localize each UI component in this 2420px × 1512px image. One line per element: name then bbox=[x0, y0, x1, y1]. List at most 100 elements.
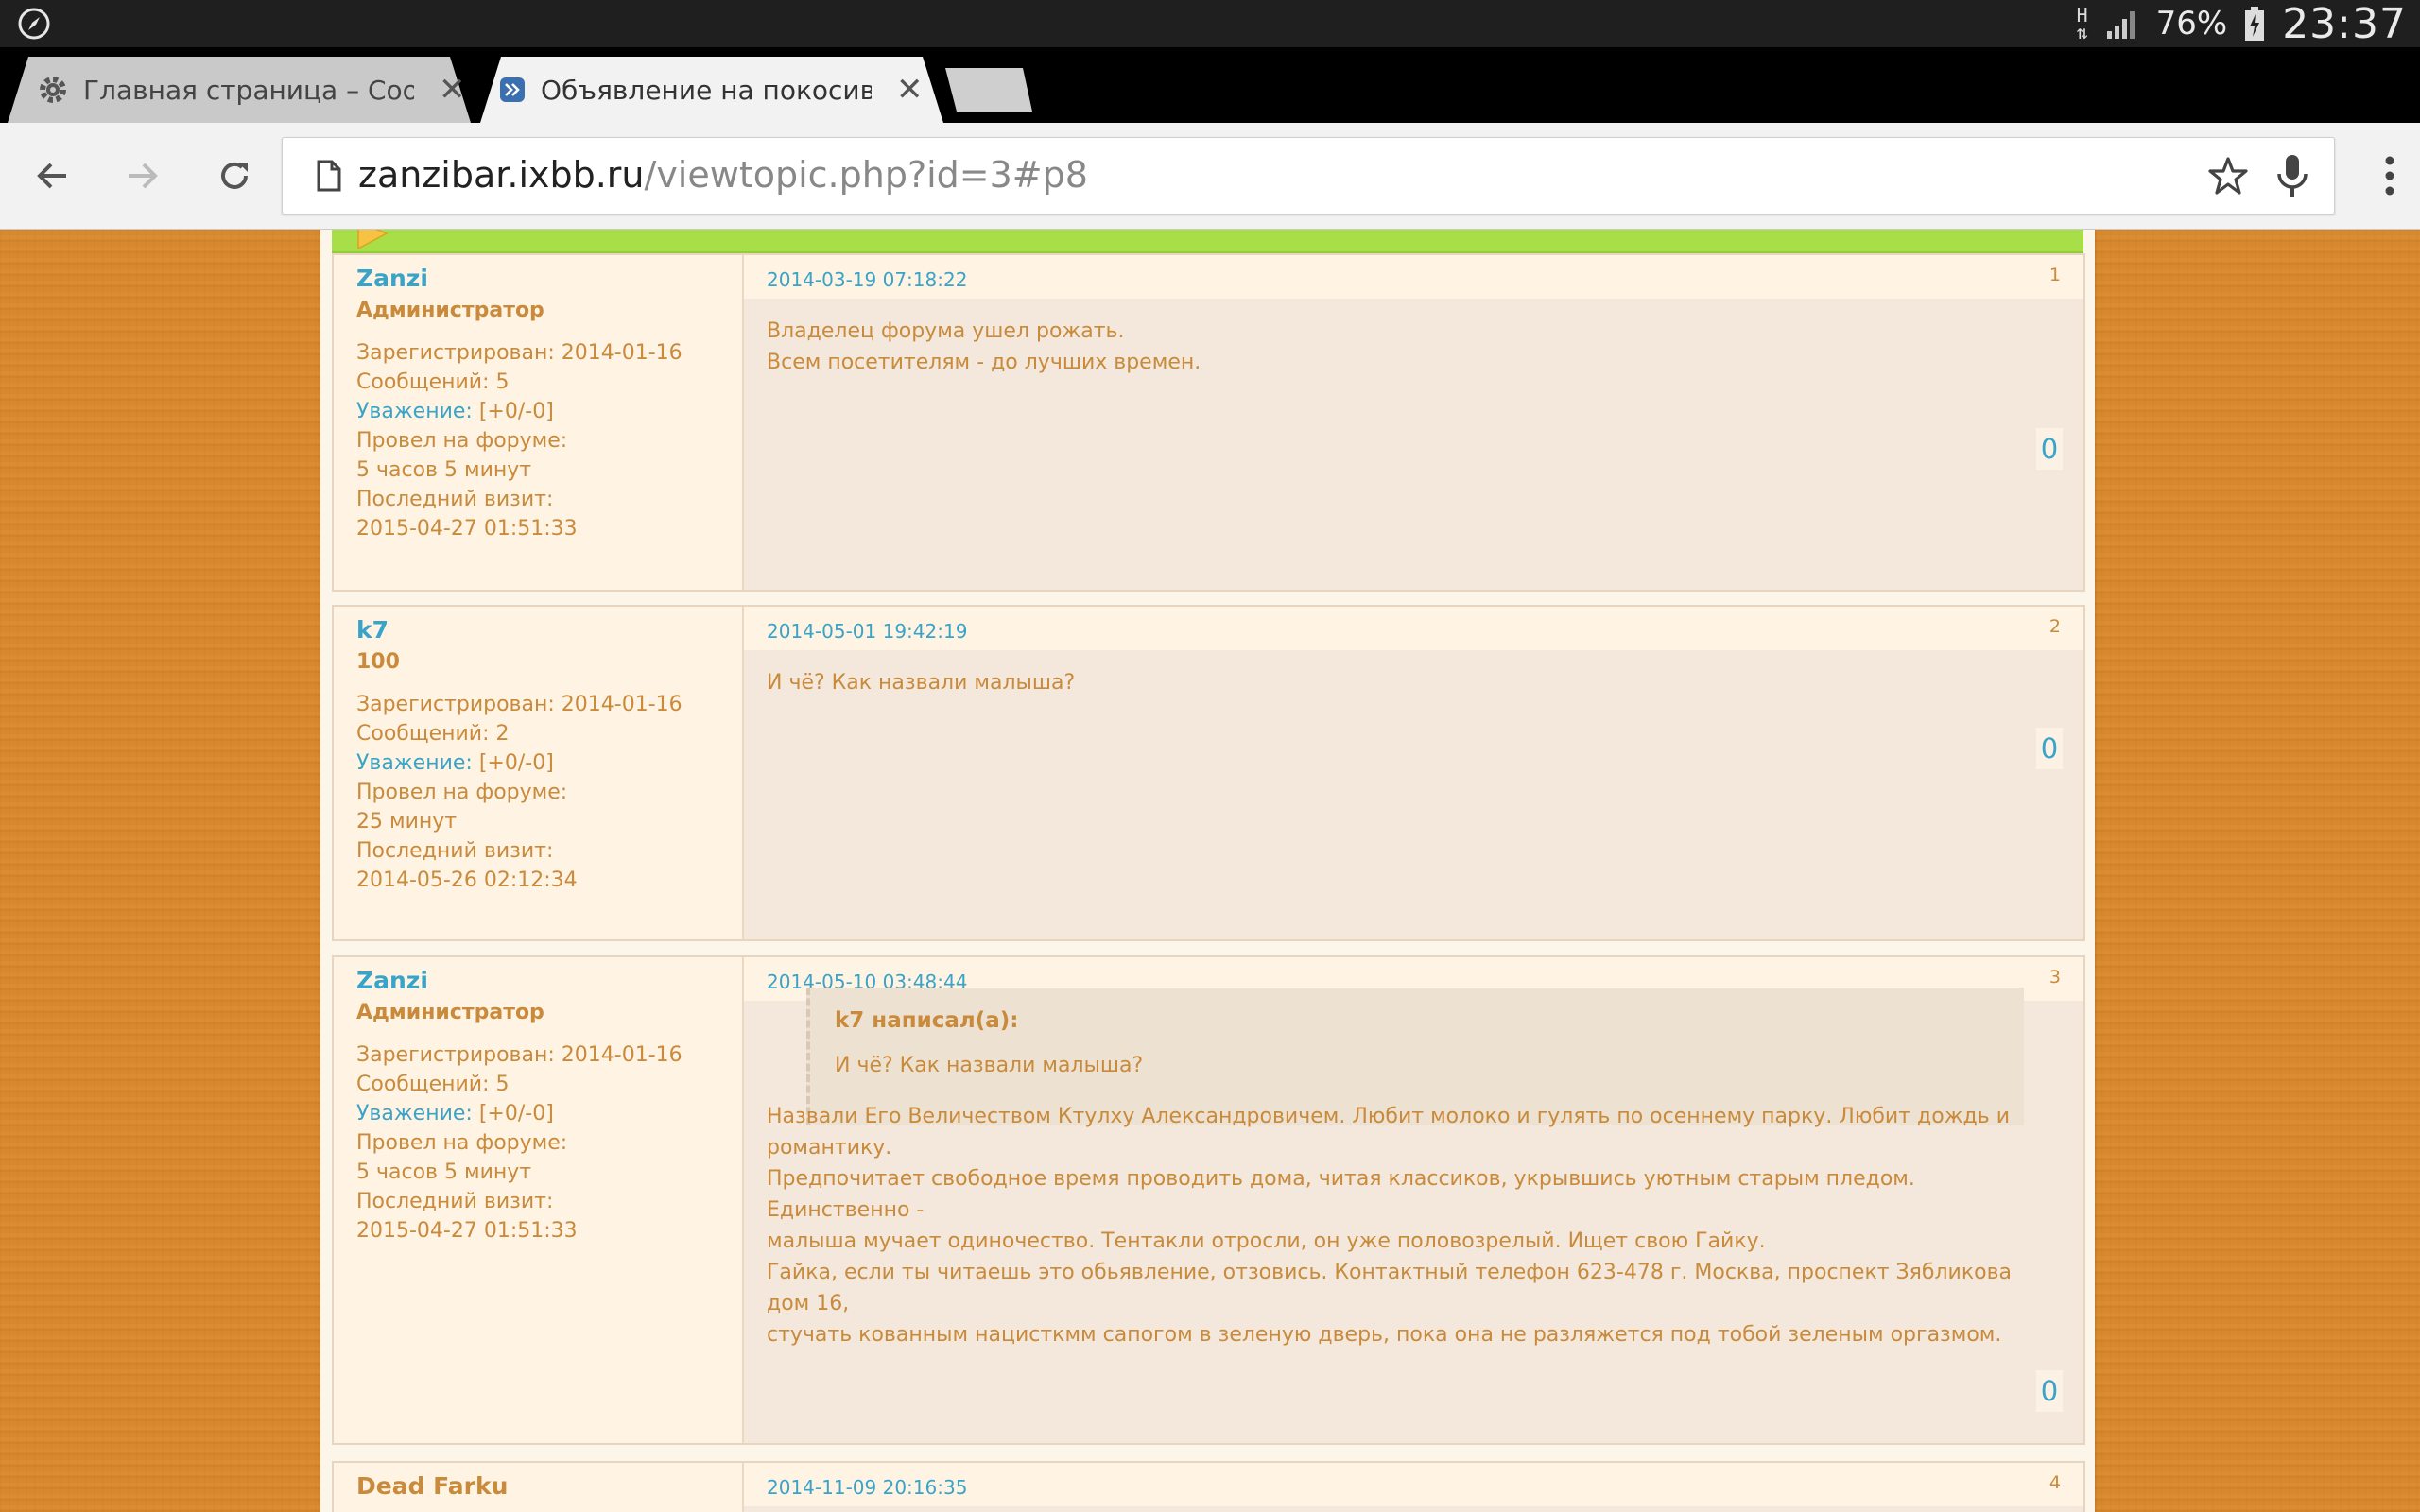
post-4: Dead Farku 2014-11-09 20:16:35 4 bbox=[332, 1461, 2085, 1512]
post-author-panel: Zanzi Администратор Зарегистрирован: 201… bbox=[334, 957, 744, 1443]
topic-header-bar bbox=[332, 230, 2083, 253]
respect-link[interactable]: Уважение: bbox=[356, 400, 473, 423]
last-visit-value: 2014-05-26 02:12:34 bbox=[356, 868, 578, 892]
respect: Уважение: [+0/-0] bbox=[356, 397, 683, 426]
online-time-value: 5 часов 5 минут bbox=[356, 458, 532, 482]
online-time-value: 5 часов 5 минут bbox=[356, 1160, 532, 1184]
post-author-panel: k7 100 Зарегистрирован: 2014-01-16 Сообщ… bbox=[334, 607, 744, 939]
post-text: Назвали Его Величеством Ктулху Александр… bbox=[767, 1101, 2061, 1350]
registered-date: Зарегистрирован: 2014-01-16 bbox=[356, 1043, 683, 1067]
close-tab-icon[interactable]: ✕ bbox=[439, 71, 466, 109]
post-text-line: Всем посетителям - до лучших времен. bbox=[767, 351, 1201, 374]
message-count: Сообщений: 2 bbox=[356, 722, 510, 746]
post-text-line: Назвали Его Величеством Ктулху Александр… bbox=[767, 1105, 2010, 1160]
forward-button[interactable] bbox=[115, 149, 168, 202]
post-date-link[interactable]: 2014-05-01 19:42:19 bbox=[767, 620, 967, 643]
url-path: /viewtopic.php?id=3#p8 bbox=[644, 154, 1088, 196]
post-body: 2014-05-01 19:42:19 2 И чё? Как назвали … bbox=[744, 607, 2083, 939]
address-bar[interactable]: zanzibar.ixbb.ru/viewtopic.php?id=3#p8 bbox=[282, 137, 2335, 215]
message-count: Сообщений: 5 bbox=[356, 1073, 510, 1096]
registered-date: Зарегистрирован: 2014-01-16 bbox=[356, 341, 683, 365]
browser-toolbar: zanzibar.ixbb.ru/viewtopic.php?id=3#p8 bbox=[0, 123, 2420, 230]
microphone-icon[interactable] bbox=[2272, 153, 2313, 198]
tab-title: Главная страница – Сообще bbox=[83, 74, 414, 106]
author-role: Администратор bbox=[356, 1001, 544, 1024]
online-time-value: 25 минут bbox=[356, 810, 458, 833]
tab-main-page[interactable]: Главная страница – Сообще ✕ bbox=[8, 57, 471, 123]
respect-link[interactable]: Уважение: bbox=[356, 1102, 473, 1125]
post-date-link[interactable]: 2014-03-19 07:18:22 bbox=[767, 268, 967, 291]
battery-percent: 76% bbox=[2155, 5, 2228, 43]
tab-title: Объявление на покосившем bbox=[541, 74, 872, 106]
back-button[interactable] bbox=[26, 149, 79, 202]
reload-button[interactable] bbox=[208, 149, 261, 202]
post-body: 2014-05-10 03:48:44 3 k7 написал(а): И ч… bbox=[744, 957, 2083, 1443]
forward-icon bbox=[500, 77, 525, 102]
bookmark-star-icon[interactable] bbox=[2207, 155, 2249, 197]
gear-icon bbox=[40, 77, 66, 103]
post-number[interactable]: 1 bbox=[2049, 265, 2061, 285]
respect: Уважение: [+0/-0] bbox=[356, 748, 683, 778]
post-1: Zanzi Администратор Зарегистрирован: 201… bbox=[332, 253, 2085, 592]
url-text[interactable]: zanzibar.ixbb.ru/viewtopic.php?id=3#p8 bbox=[358, 151, 1088, 198]
author-info: Зарегистрирован: 2014-01-16 Сообщений: 5… bbox=[356, 1040, 683, 1246]
post-3: Zanzi Администратор Зарегистрирован: 201… bbox=[332, 955, 2085, 1445]
url-host: zanzibar.ixbb.ru bbox=[358, 154, 645, 196]
author-name-link[interactable]: k7 bbox=[356, 616, 389, 644]
post-text-line: Предпочитает свободное время проводить д… bbox=[767, 1167, 1915, 1222]
author-role: 100 bbox=[356, 650, 400, 674]
respect-value: [+0/-0] bbox=[472, 751, 554, 775]
web-page: Zanzi Администратор Зарегистрирован: 201… bbox=[0, 230, 2420, 1512]
tab-strip: Главная страница – Сообще ✕ Объявление н… bbox=[0, 47, 2420, 123]
arrow-back-icon bbox=[37, 163, 66, 189]
online-time-label: Провел на форуме: bbox=[356, 429, 568, 453]
last-visit-label: Последний визит: bbox=[356, 1190, 554, 1213]
post-date-link[interactable]: 2014-11-09 20:16:35 bbox=[767, 1476, 967, 1499]
post-text-line: Владелец форума ушел рожать. bbox=[767, 319, 1125, 343]
author-info: Зарегистрирован: 2014-01-16 Сообщений: 5… bbox=[356, 338, 683, 543]
post-text-line: стучать кованным нацисткмм сапогом в зел… bbox=[767, 1323, 2002, 1347]
post-body: 2014-11-09 20:16:35 4 bbox=[744, 1463, 2083, 1512]
post-text: И чё? Как назвали малыша? bbox=[767, 667, 2061, 698]
arrow-forward-icon bbox=[129, 163, 158, 189]
message-count: Сообщений: 5 bbox=[356, 370, 510, 394]
status-bar: H ⇅ 76% 23:37 bbox=[0, 0, 2420, 48]
author-name-link[interactable]: Dead Farku bbox=[356, 1472, 508, 1500]
battery-charging-icon bbox=[2245, 7, 2265, 41]
post-text-line: малыша мучает одиночество. Тентакли отро… bbox=[767, 1229, 1766, 1253]
post-number[interactable]: 3 bbox=[2049, 967, 2061, 988]
author-name-link[interactable]: Zanzi bbox=[356, 967, 428, 994]
post-rating[interactable]: 0 bbox=[2036, 728, 2063, 769]
last-visit-label: Последний визит: bbox=[356, 488, 554, 511]
post-rating[interactable]: 0 bbox=[2036, 1370, 2063, 1412]
signal-icon bbox=[2106, 11, 2135, 39]
respect-value: [+0/-0] bbox=[472, 1102, 554, 1125]
post-author-panel: Dead Farku bbox=[334, 1463, 744, 1512]
post-header: 2014-03-19 07:18:22 1 bbox=[744, 255, 2083, 299]
overflow-menu-icon[interactable] bbox=[2373, 147, 2407, 204]
author-info: Зарегистрирован: 2014-01-16 Сообщений: 2… bbox=[356, 690, 683, 895]
last-visit-value: 2015-04-27 01:51:33 bbox=[356, 1219, 578, 1243]
online-time-label: Провел на форуме: bbox=[356, 781, 568, 804]
author-name-link[interactable]: Zanzi bbox=[356, 265, 428, 292]
compass-icon bbox=[18, 8, 50, 40]
post-header: 2014-11-09 20:16:35 4 bbox=[744, 1463, 2083, 1506]
quote-text: И чё? Как назвали малыша? bbox=[835, 1054, 1144, 1077]
post-2: k7 100 Зарегистрирован: 2014-01-16 Сообщ… bbox=[332, 605, 2085, 941]
quote-author: k7 написал(а): bbox=[835, 1008, 1019, 1033]
online-time-label: Провел на форуме: bbox=[356, 1131, 568, 1155]
post-author-panel: Zanzi Администратор Зарегистрирован: 201… bbox=[334, 255, 744, 590]
respect-link[interactable]: Уважение: bbox=[356, 751, 473, 775]
last-visit-label: Последний визит: bbox=[356, 839, 554, 863]
network-type-icon: H ⇅ bbox=[2076, 4, 2088, 43]
post-rating[interactable]: 0 bbox=[2036, 428, 2063, 470]
reload-icon bbox=[221, 162, 248, 189]
respect: Уважение: [+0/-0] bbox=[356, 1099, 683, 1128]
post-text: Владелец форума ушел рожать. Всем посети… bbox=[767, 316, 2061, 378]
close-tab-icon[interactable]: ✕ bbox=[896, 71, 924, 109]
post-header: 2014-05-01 19:42:19 2 bbox=[744, 607, 2083, 650]
new-tab-button[interactable] bbox=[945, 68, 1032, 112]
post-number[interactable]: 2 bbox=[2049, 616, 2061, 637]
tab-active-announcement[interactable]: Объявление на покосившем ✕ bbox=[480, 57, 943, 123]
post-number[interactable]: 4 bbox=[2049, 1472, 2061, 1493]
